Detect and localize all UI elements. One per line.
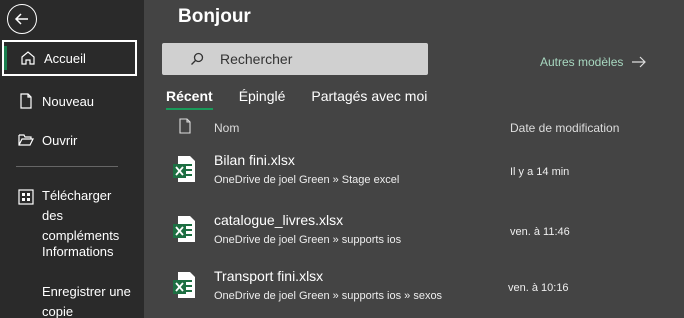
more-models-label: Autres modèles xyxy=(540,55,624,69)
new-document-icon xyxy=(18,93,34,109)
sidebar-item-label: Ouvrir xyxy=(42,132,78,148)
sidebar-item-informations[interactable]: Informations xyxy=(42,242,114,262)
file-name: catalogue_livres.xlsx xyxy=(214,212,344,228)
column-name-header[interactable]: Nom xyxy=(214,121,239,135)
excel-file-icon xyxy=(173,272,195,298)
sidebar-item-label: Accueil xyxy=(44,50,86,66)
search-icon xyxy=(191,52,204,65)
sidebar: Accueil Nouveau Ouvrir Télécharger des c… xyxy=(0,0,144,318)
folder-open-icon xyxy=(18,132,34,148)
sidebar-item-addins[interactable]: Télécharger des compléments xyxy=(42,186,132,246)
sidebar-item-ouvrir[interactable]: Ouvrir xyxy=(2,130,137,150)
search-input[interactable] xyxy=(220,51,420,67)
page-title: Bonjour xyxy=(178,6,251,27)
file-row[interactable]: Transport fini.xlsx OneDrive de joel Gre… xyxy=(160,264,684,314)
sidebar-item-save-copy[interactable]: Enregistrer une copie xyxy=(42,282,132,318)
file-name: Transport fini.xlsx xyxy=(214,268,324,284)
excel-file-icon xyxy=(173,156,195,182)
more-models-link[interactable]: Autres modèles xyxy=(540,55,647,69)
file-name: Bilan fini.xlsx xyxy=(214,152,295,168)
file-path: OneDrive de joel Green » Stage excel xyxy=(214,174,400,186)
file-date: ven. à 11:46 xyxy=(510,226,570,238)
document-icon xyxy=(179,118,191,134)
file-row[interactable]: catalogue_livres.xlsx OneDrive de joel G… xyxy=(160,208,684,258)
home-icon xyxy=(20,50,36,66)
sidebar-divider xyxy=(16,166,118,167)
tab-shared[interactable]: Partagés avec moi xyxy=(311,88,427,110)
file-row[interactable]: Bilan fini.xlsx OneDrive de joel Green »… xyxy=(160,148,684,198)
file-list-header: Nom Date de modification xyxy=(160,118,684,138)
file-path: OneDrive de joel Green » supports ios » … xyxy=(214,290,443,302)
sidebar-item-accueil[interactable]: Accueil xyxy=(2,40,137,76)
tab-pinned[interactable]: Épinglé xyxy=(239,88,286,110)
back-button[interactable] xyxy=(7,4,37,34)
column-date-header[interactable]: Date de modification xyxy=(510,121,619,135)
file-date: Il y a 14 min xyxy=(510,166,570,178)
file-date: ven. à 10:16 xyxy=(508,282,569,294)
arrow-left-icon xyxy=(14,13,28,25)
sidebar-item-nouveau[interactable]: Nouveau xyxy=(2,91,137,111)
tabs-bar: Récent Épinglé Partagés avec moi xyxy=(166,84,428,112)
arrow-right-icon xyxy=(632,56,647,68)
sidebar-item-label: Nouveau xyxy=(42,93,95,109)
excel-file-icon xyxy=(173,216,195,242)
file-path: OneDrive de joel Green » supports ios xyxy=(214,234,402,246)
search-box[interactable] xyxy=(162,43,428,75)
addins-grid-icon xyxy=(18,189,34,210)
tab-recent[interactable]: Récent xyxy=(166,88,213,110)
